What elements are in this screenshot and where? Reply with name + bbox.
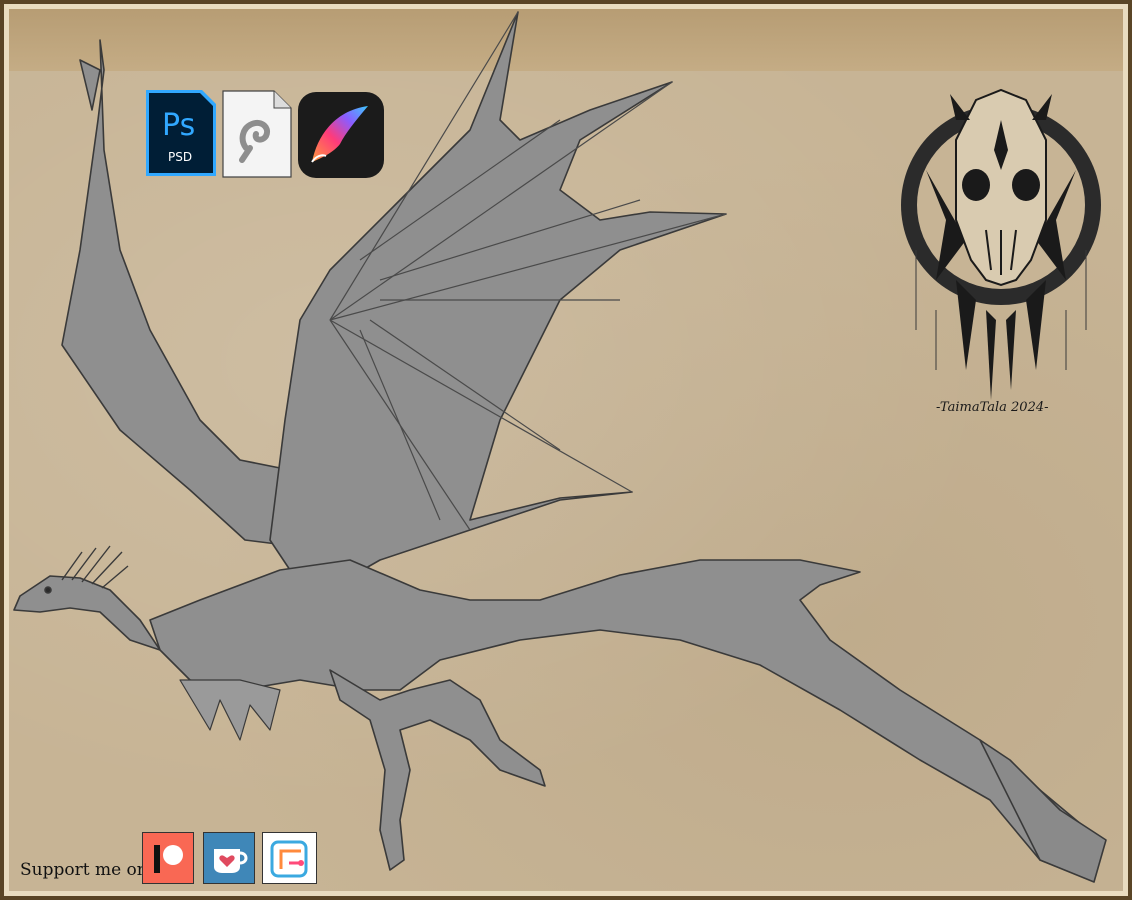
gumroad-icon[interactable]	[262, 832, 317, 884]
photoshop-icon: Ps PSD	[144, 88, 218, 178]
dragon-head	[13, 575, 161, 651]
patreon-icon[interactable]	[142, 832, 194, 884]
artist-emblem: -TaimaTala 2024-	[896, 80, 1106, 420]
dragon-hind-leg	[329, 669, 546, 871]
artwork-canvas: Ps PSD -TaimaTala 2024- Support me on:	[0, 0, 1132, 900]
clip-studio-icon	[222, 90, 292, 178]
artist-signature: -TaimaTala 2024-	[936, 400, 1049, 415]
support-label: Support me on:	[20, 860, 154, 880]
kofi-icon[interactable]	[203, 832, 255, 884]
photoshop-ps-text: Ps	[162, 108, 196, 143]
procreate-icon	[298, 92, 384, 178]
photoshop-psd-text: PSD	[168, 150, 193, 164]
